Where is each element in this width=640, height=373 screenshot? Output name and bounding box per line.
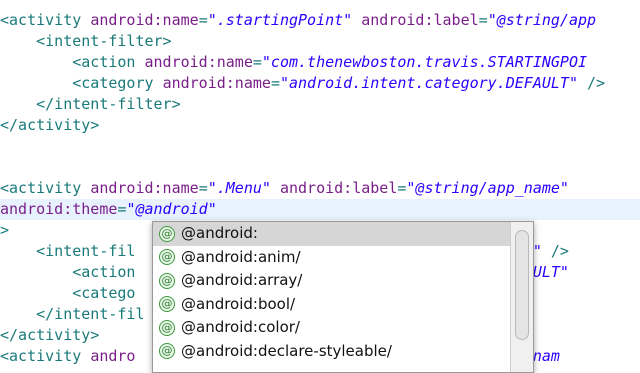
- code-token: />: [587, 74, 606, 92]
- code-token: </intent-filter>: [36, 95, 181, 113]
- code-token: =: [198, 179, 208, 197]
- code-line: <activity android:name=".Menu" android:l…: [0, 178, 569, 199]
- code-line: </activity>: [0, 115, 99, 136]
- code-token: <activity: [0, 11, 91, 29]
- autocomplete-item[interactable]: @ @android:: [153, 222, 511, 246]
- code-token: android:name: [90, 11, 199, 29]
- autocomplete-item-label: @android:array/: [181, 271, 303, 289]
- scrollbar-thumb[interactable]: [515, 230, 529, 340]
- code-line: <activity android:name=".startingPoint" …: [0, 10, 596, 31]
- code-token: <intent-filter>: [36, 32, 172, 50]
- attribute-value-icon: @: [159, 249, 175, 266]
- code-token: android:name: [144, 53, 253, 71]
- autocomplete-scrollbar[interactable]: [510, 222, 533, 372]
- autocomplete-item[interactable]: @ @android:declare-styleable/: [153, 340, 511, 364]
- code-line: </activity>: [0, 325, 99, 346]
- code-token: android:name: [162, 74, 271, 92]
- autocomplete-item-label: @android:anim/: [181, 247, 301, 266]
- code-token: android:label: [279, 179, 398, 197]
- code-line: android:theme="@android": [0, 199, 640, 220]
- code-token: <action: [72, 53, 145, 71]
- code-token: "@android": [126, 200, 217, 218]
- code-line: >: [0, 220, 9, 241]
- attribute-value-icon: @: [159, 319, 175, 336]
- autocomplete-item-label: @android:color/: [181, 318, 300, 336]
- autocomplete-list: @ @android: @ @android:anim/ @ @android:array…: [153, 222, 511, 363]
- code-token: =: [252, 53, 262, 71]
- code-line: <catego: [0, 283, 135, 304]
- code-token: </activity>: [0, 326, 100, 344]
- code-token: "@string/app: [487, 11, 597, 29]
- code-token: <category: [72, 74, 163, 92]
- autocomplete-item-label: @android:bool/: [181, 294, 296, 313]
- code-token: "@string/app_name": [406, 179, 569, 197]
- autocomplete-item-label: @android:: [181, 224, 258, 242]
- code-token: </intent-fil: [36, 305, 145, 323]
- code-token: =: [198, 11, 208, 29]
- attribute-value-icon: @: [159, 272, 175, 289]
- autocomplete-item[interactable]: @ @android:color/: [153, 316, 511, 340]
- autocomplete-item-label: @android:declare-styleable/: [181, 341, 392, 360]
- autocomplete-popup: @ @android: @ @android:anim/ @ @android:array…: [152, 221, 534, 373]
- code-line: </intent-filter>: [0, 94, 181, 115]
- code-token: "com.thenewboston.travis.STARTINGPOI: [261, 53, 588, 71]
- attribute-value-icon: @: [159, 225, 175, 242]
- code-token: <activity: [0, 179, 91, 197]
- code-token: <activity: [0, 347, 91, 365]
- code-token: android:name: [90, 179, 199, 197]
- code-line: <action android:name="com.thenewboston.t…: [0, 52, 587, 73]
- autocomplete-item[interactable]: @ @android:anim/: [153, 246, 511, 270]
- code-token: <catego: [72, 284, 136, 302]
- attribute-value-icon: @: [159, 343, 175, 360]
- code-token: =: [478, 11, 488, 29]
- code-token: "android.intent.category.DEFAULT": [279, 74, 578, 92]
- code-token: android:theme: [0, 200, 118, 218]
- code-line: </intent-fil: [0, 304, 145, 325]
- attribute-value-icon: @: [159, 296, 175, 313]
- code-token: />: [550, 242, 569, 260]
- code-line: <category android:name="android.intent.c…: [0, 73, 605, 94]
- autocomplete-item[interactable]: @ @android:array/: [153, 269, 511, 293]
- code-token: android:label: [361, 11, 479, 29]
- code-token: ".Menu": [207, 179, 271, 197]
- code-token: <intent-fil: [36, 242, 136, 260]
- code-token: =: [270, 74, 280, 92]
- code-token: >: [0, 221, 10, 239]
- code-token: ".startingPoint": [207, 11, 353, 29]
- code-token: </activity>: [0, 116, 100, 134]
- code-line: <intent-filter>: [0, 31, 172, 52]
- autocomplete-item[interactable]: @ @android:bool/: [153, 293, 511, 317]
- code-token: andro: [90, 347, 136, 365]
- code-token: <action: [72, 263, 136, 281]
